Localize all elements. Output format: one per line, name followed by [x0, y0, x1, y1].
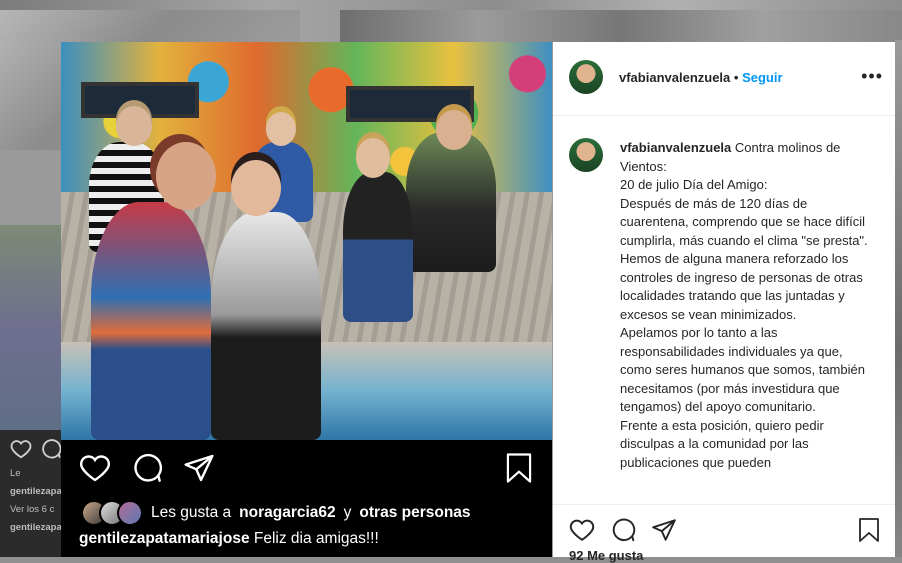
photo-overlay: Les gusta a noragarcia62 y otras persona… [61, 440, 552, 557]
likes-and: y [343, 504, 352, 521]
comment-icon[interactable] [131, 452, 163, 484]
person-head [231, 160, 281, 216]
background-feed-edge [895, 40, 902, 557]
post-details-panel: vfabianvalenzuela • Seguir ••• vfabianva… [553, 42, 895, 563]
caption-username-link[interactable]: vfabianvalenzuela [620, 140, 731, 155]
person-head [116, 106, 152, 146]
comments-area[interactable]: vfabianvalenzuela Contra molinos de Vien… [553, 116, 895, 504]
background-post-footer: Le gentilezapa Ver los 6 c gentilezapa [0, 430, 62, 557]
comment-icon [42, 439, 62, 459]
comment-icon[interactable] [610, 517, 636, 543]
person [406, 132, 496, 272]
post-photo[interactable] [61, 42, 552, 440]
person-head [266, 112, 296, 146]
heart-icon[interactable] [569, 517, 595, 543]
person [343, 172, 413, 322]
caption-text: Feliz dia amigas!!! [253, 530, 379, 547]
post-author: vfabianvalenzuela • Seguir [619, 70, 783, 85]
person-head [436, 110, 472, 150]
mini-likes-prefix: Le [10, 468, 21, 479]
likes-prefix: Les gusta a [151, 504, 232, 521]
caption-user-link[interactable]: gentilezapatamariajose [79, 530, 250, 547]
share-icon[interactable] [651, 517, 677, 543]
avatar[interactable] [569, 138, 603, 172]
bookmark-icon[interactable] [504, 452, 534, 484]
background-photo [340, 10, 902, 42]
likes-user-link[interactable]: noragarcia62 [239, 504, 336, 522]
likes-count[interactable]: 92 Me gusta [569, 548, 643, 563]
likes-others-link[interactable]: otras personas [359, 504, 470, 522]
overlay-likes: Les gusta a noragarcia62 y otras persona… [81, 500, 471, 526]
person [91, 202, 211, 440]
post-header: vfabianvalenzuela • Seguir ••• [553, 42, 895, 116]
person [211, 212, 321, 440]
username-link[interactable]: vfabianvalenzuela [619, 70, 730, 85]
follow-separator: • [733, 70, 739, 85]
person-head [356, 138, 390, 178]
post-caption: vfabianvalenzuela Contra molinos de Vien… [620, 139, 870, 472]
share-icon[interactable] [183, 452, 215, 484]
heart-icon[interactable] [79, 452, 111, 484]
more-icon[interactable]: ••• [861, 66, 883, 87]
liker-avatars[interactable] [81, 500, 143, 526]
bookmark-icon[interactable] [857, 517, 881, 543]
avatar [117, 500, 143, 526]
heart-icon [10, 440, 32, 459]
mini-comment-user: gentilezapa [10, 522, 62, 533]
background-post-photo [0, 225, 62, 430]
overlay-caption: gentilezapatamariajose Feliz dia amigas!… [79, 530, 379, 548]
person-head [156, 142, 216, 210]
overlay-actions [79, 452, 215, 484]
caption-body: Contra molinos de Vientos: 20 de julio D… [620, 140, 868, 470]
mini-caption-user: gentilezapa [10, 486, 62, 497]
mini-view-comments: Ver los 6 c [10, 504, 55, 515]
follow-button[interactable]: Seguir [742, 70, 782, 85]
avatar[interactable] [569, 60, 603, 94]
